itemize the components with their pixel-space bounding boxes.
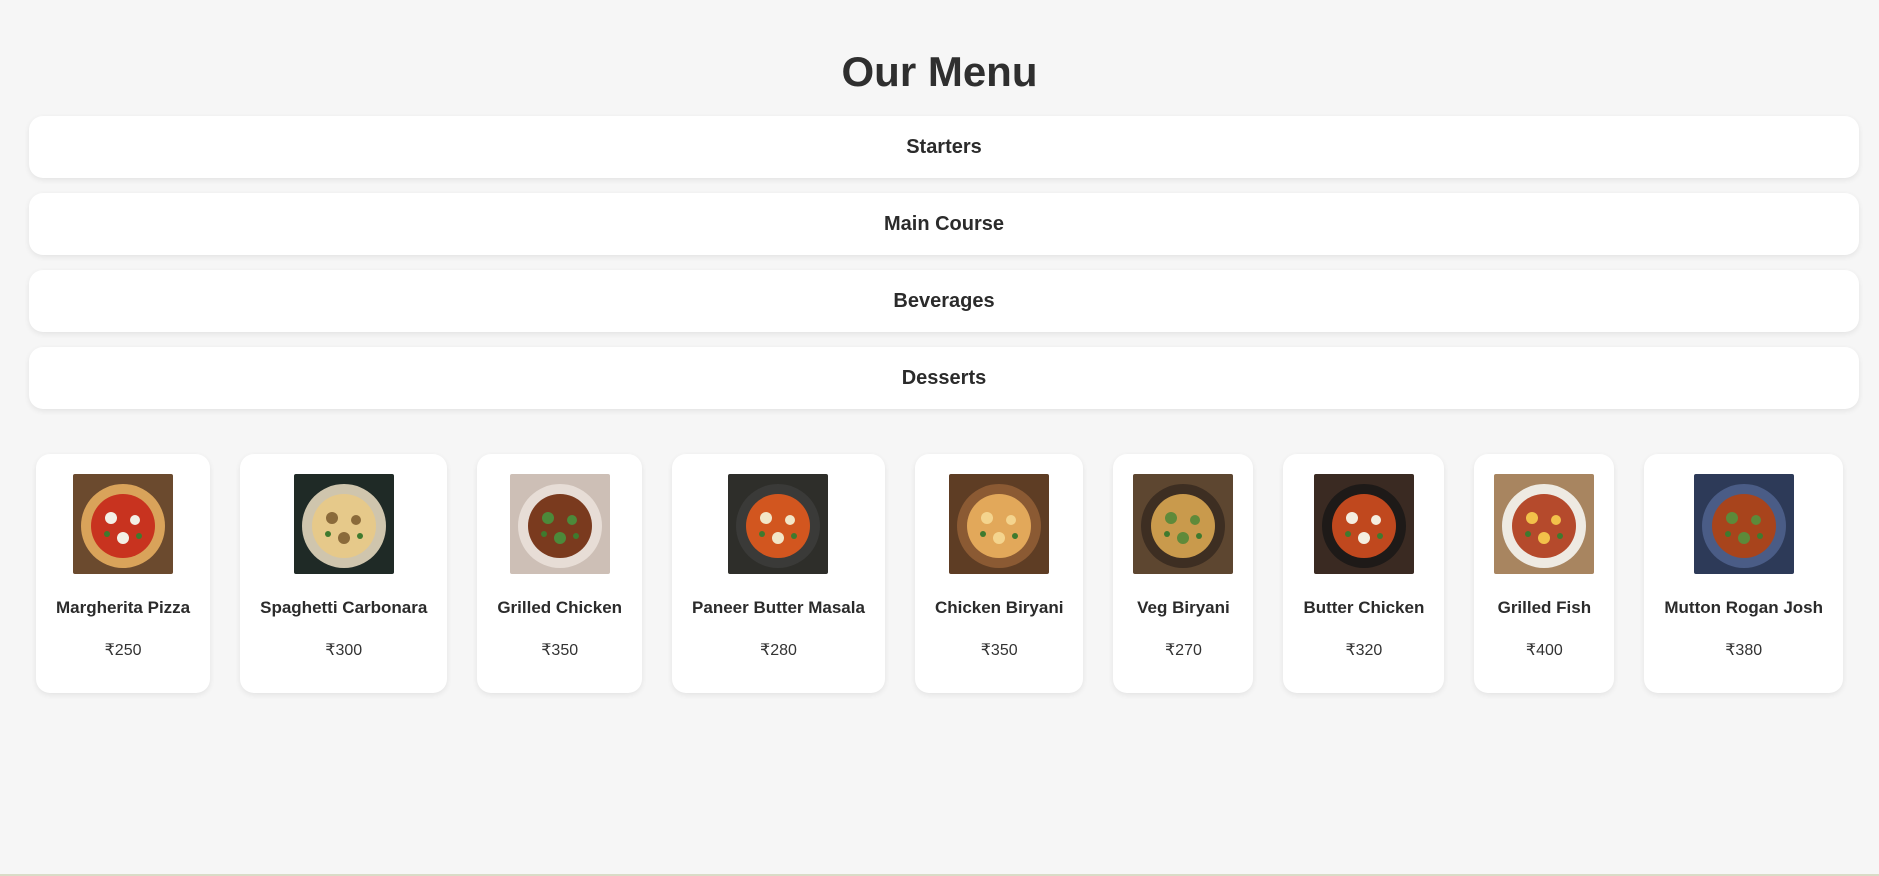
menu-item-card[interactable]: Grilled Chicken ₹350 <box>477 454 643 693</box>
menu-item-name: Grilled Chicken <box>497 598 623 617</box>
food-image <box>1313 474 1414 574</box>
menu-item-card[interactable]: Paneer Butter Masala ₹280 <box>672 454 885 693</box>
menu-item-card[interactable]: Spaghetti Carbonara ₹300 <box>240 454 448 693</box>
category-label: Main Course <box>883 212 1005 235</box>
menu-item-card[interactable]: Chicken Biryani ₹350 <box>914 454 1084 693</box>
menu-item-card[interactable]: Grilled Fish ₹400 <box>1474 454 1615 693</box>
menu-item-name: Mutton Rogan Josh <box>1664 598 1824 617</box>
menu-item-name: Spaghetti Carbonara <box>260 598 428 617</box>
category-label: Beverages <box>893 289 995 312</box>
food-image <box>728 474 829 574</box>
page-title: Our Menu <box>841 48 1038 95</box>
category-starters[interactable]: Starters <box>29 116 1859 178</box>
menu-item-name: Butter Chicken <box>1303 598 1425 617</box>
category-desserts[interactable]: Desserts <box>29 347 1859 409</box>
category-main-course[interactable]: Main Course <box>29 193 1859 255</box>
food-image <box>73 474 174 574</box>
category-label: Starters <box>906 135 982 158</box>
food-image <box>293 474 394 574</box>
menu-item-price: ₹270 <box>1165 642 1202 659</box>
menu-item-name: Chicken Biryani <box>934 598 1064 617</box>
menu-item-grid: Margherita Pizza ₹250 Spaghetti Carbonara ₹… <box>0 454 1879 693</box>
food-image <box>1133 474 1234 574</box>
menu-item-price: ₹300 <box>325 642 363 659</box>
menu-item-name: Paneer Butter Masala <box>692 598 865 617</box>
menu-item-name: Margherita Pizza <box>55 598 191 617</box>
menu-item-name: Veg Biryani <box>1137 598 1230 617</box>
menu-item-card[interactable]: Veg Biryani ₹270 <box>1113 454 1254 693</box>
menu-item-card[interactable]: Margherita Pizza ₹250 <box>35 454 211 693</box>
menu-item-price: ₹380 <box>1725 642 1763 659</box>
menu-item-price: ₹350 <box>980 642 1018 659</box>
food-image <box>1693 474 1794 574</box>
menu-item-card[interactable]: Mutton Rogan Josh ₹380 <box>1644 454 1844 693</box>
menu-page: Our Menu Starters Main Course Beverages … <box>0 0 1879 876</box>
menu-item-price: ₹350 <box>541 642 579 659</box>
food-image <box>509 474 610 574</box>
menu-item-name: Grilled Fish <box>1497 598 1592 617</box>
category-list: Starters Main Course Beverages Desserts <box>29 116 1859 424</box>
food-image <box>949 474 1050 574</box>
menu-item-card[interactable]: Butter Chicken ₹320 <box>1283 454 1445 693</box>
category-beverages[interactable]: Beverages <box>29 270 1859 332</box>
category-label: Desserts <box>901 366 987 389</box>
menu-item-price: ₹320 <box>1345 642 1383 659</box>
menu-item-price: ₹280 <box>760 642 797 659</box>
menu-item-price: ₹250 <box>104 642 142 659</box>
menu-item-price: ₹400 <box>1525 642 1563 659</box>
food-image <box>1494 474 1595 574</box>
